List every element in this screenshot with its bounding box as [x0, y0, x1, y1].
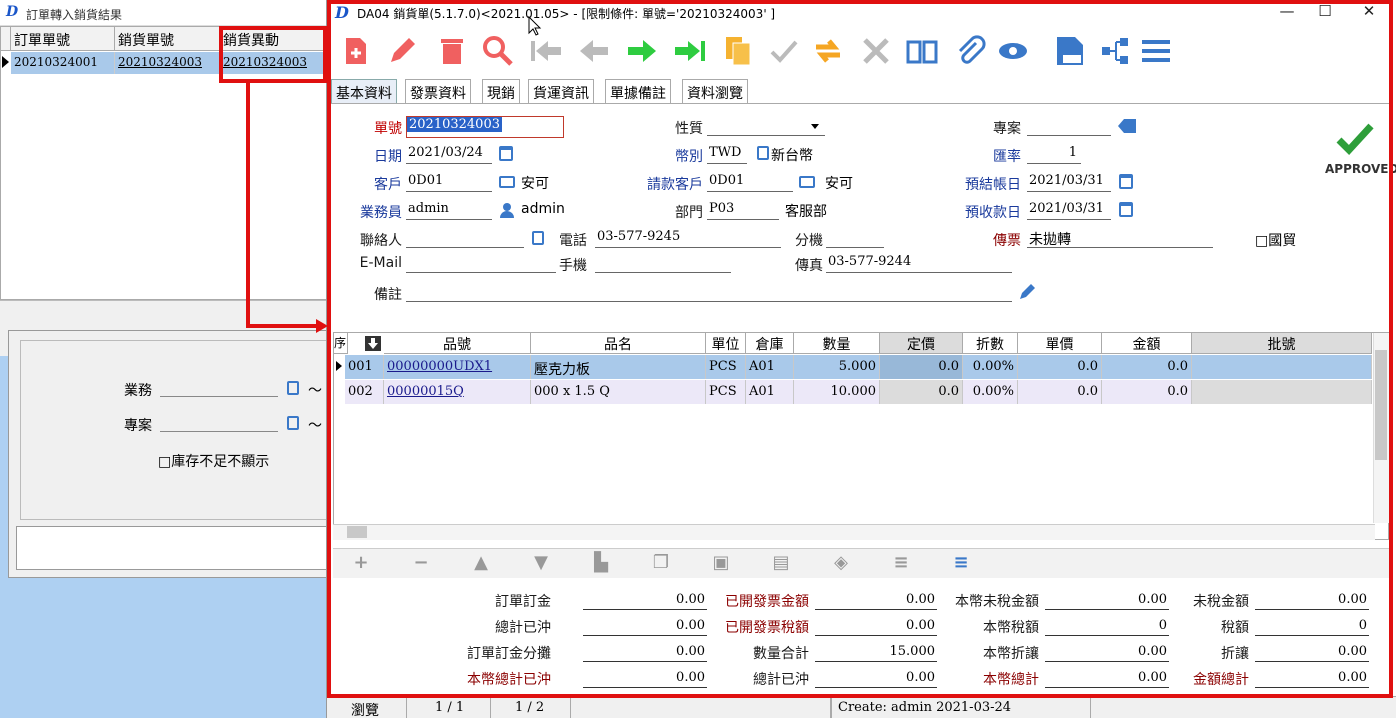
status-create: Create: admin 2021-03-24 — [831, 697, 1091, 718]
status-row: 1 / 2 — [491, 697, 571, 718]
filter-project-label: 專案 — [124, 418, 152, 434]
mouse-cursor-icon — [528, 15, 542, 36]
range-tilde: ～ — [308, 418, 322, 434]
highlight-arrow — [246, 82, 250, 328]
status-page: 1 / 1 — [407, 697, 491, 718]
background-window-title: 訂單轉入銷貨結果 — [0, 0, 330, 26]
background-input-area — [16, 526, 330, 570]
filter-project-input[interactable] — [160, 431, 278, 432]
highlight-box — [327, 0, 1393, 698]
filter-group — [20, 340, 330, 520]
clipboard-icon[interactable] — [287, 416, 299, 430]
stock-hide-checkbox[interactable]: □庫存不足不顯示 — [158, 451, 269, 471]
col-header-order-no[interactable]: 訂單單號 — [11, 27, 115, 51]
row-header-corner — [1, 27, 11, 51]
cell-sales-no-link[interactable]: 20210324003 — [115, 52, 220, 74]
filter-sales-input[interactable] — [160, 396, 278, 397]
filter-sales-label: 業務 — [124, 383, 152, 399]
cell-order-no[interactable]: 20210324001 — [11, 52, 115, 74]
status-spacer — [571, 697, 831, 718]
status-mode: 瀏覽 — [327, 697, 407, 719]
highlight-arrow — [246, 324, 318, 328]
range-tilde: ～ — [308, 383, 322, 399]
app-logo-icon: D — [6, 4, 19, 20]
arrow-head-icon — [316, 319, 328, 333]
row-pointer-icon — [2, 56, 9, 68]
clipboard-icon[interactable] — [287, 381, 299, 395]
col-header-sales-no[interactable]: 銷貨單號 — [115, 27, 220, 51]
highlight-box — [219, 26, 327, 83]
